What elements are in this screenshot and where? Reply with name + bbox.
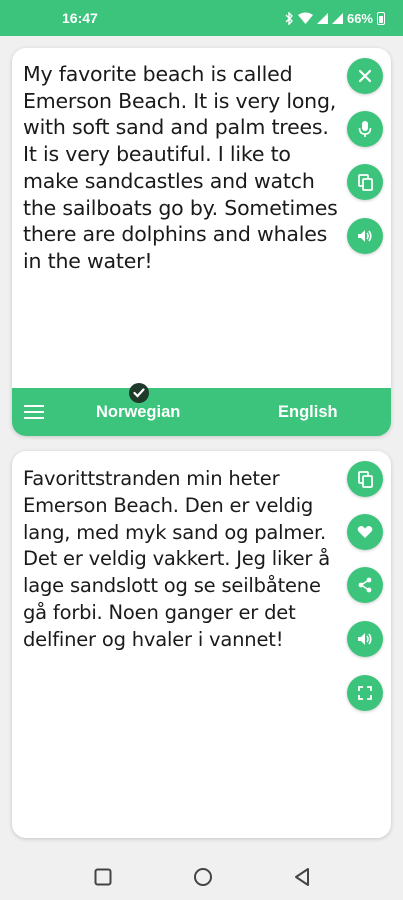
copy-icon bbox=[357, 173, 373, 191]
menu-icon[interactable] bbox=[24, 405, 44, 419]
translation-text: Favorittstranden min heter Emerson Beach… bbox=[23, 467, 330, 651]
voice-input-button[interactable] bbox=[347, 111, 383, 147]
mic-icon bbox=[358, 121, 372, 137]
source-card: My favorite beach is called Emerson Beac… bbox=[12, 48, 391, 436]
circle-icon bbox=[194, 868, 212, 886]
translation-card: Favorittstranden min heter Emerson Beach… bbox=[12, 451, 391, 838]
copy-icon bbox=[357, 470, 373, 488]
source-text[interactable]: My favorite beach is called Emerson Beac… bbox=[23, 61, 348, 275]
favorite-button[interactable] bbox=[347, 514, 383, 550]
heart-icon bbox=[357, 526, 373, 538]
share-button[interactable] bbox=[347, 567, 383, 603]
status-time: 16:47 bbox=[62, 10, 98, 26]
status-indicators: 66% bbox=[285, 11, 385, 26]
back-button[interactable] bbox=[292, 866, 314, 888]
source-language-selector[interactable]: Norwegian bbox=[96, 403, 180, 422]
language-bar: Norwegian English bbox=[12, 388, 391, 436]
triangle-icon bbox=[295, 868, 309, 886]
copy-translation-button[interactable] bbox=[347, 461, 383, 497]
clear-button[interactable] bbox=[347, 58, 383, 94]
share-icon bbox=[358, 577, 372, 593]
speak-translation-button[interactable] bbox=[347, 621, 383, 657]
fullscreen-icon bbox=[358, 686, 372, 700]
copy-source-button[interactable] bbox=[347, 164, 383, 200]
bluetooth-icon bbox=[285, 11, 294, 25]
speaker-icon bbox=[358, 633, 372, 645]
system-nav-bar bbox=[0, 852, 403, 900]
wifi-icon bbox=[297, 12, 313, 24]
battery-percent: 66% bbox=[346, 10, 373, 26]
close-icon bbox=[358, 69, 372, 83]
signal-icon-2 bbox=[331, 12, 343, 24]
fullscreen-button[interactable] bbox=[347, 675, 383, 711]
battery-icon bbox=[377, 11, 385, 25]
home-button[interactable] bbox=[192, 866, 214, 888]
speak-source-button[interactable] bbox=[347, 218, 383, 254]
target-language-selector[interactable]: English bbox=[278, 403, 338, 422]
square-icon bbox=[94, 868, 112, 886]
recents-button[interactable] bbox=[92, 866, 114, 888]
status-bar: 16:47 66% bbox=[0, 0, 403, 36]
speaker-icon bbox=[358, 230, 372, 242]
signal-icon bbox=[316, 12, 328, 24]
selected-check-icon bbox=[129, 383, 149, 403]
